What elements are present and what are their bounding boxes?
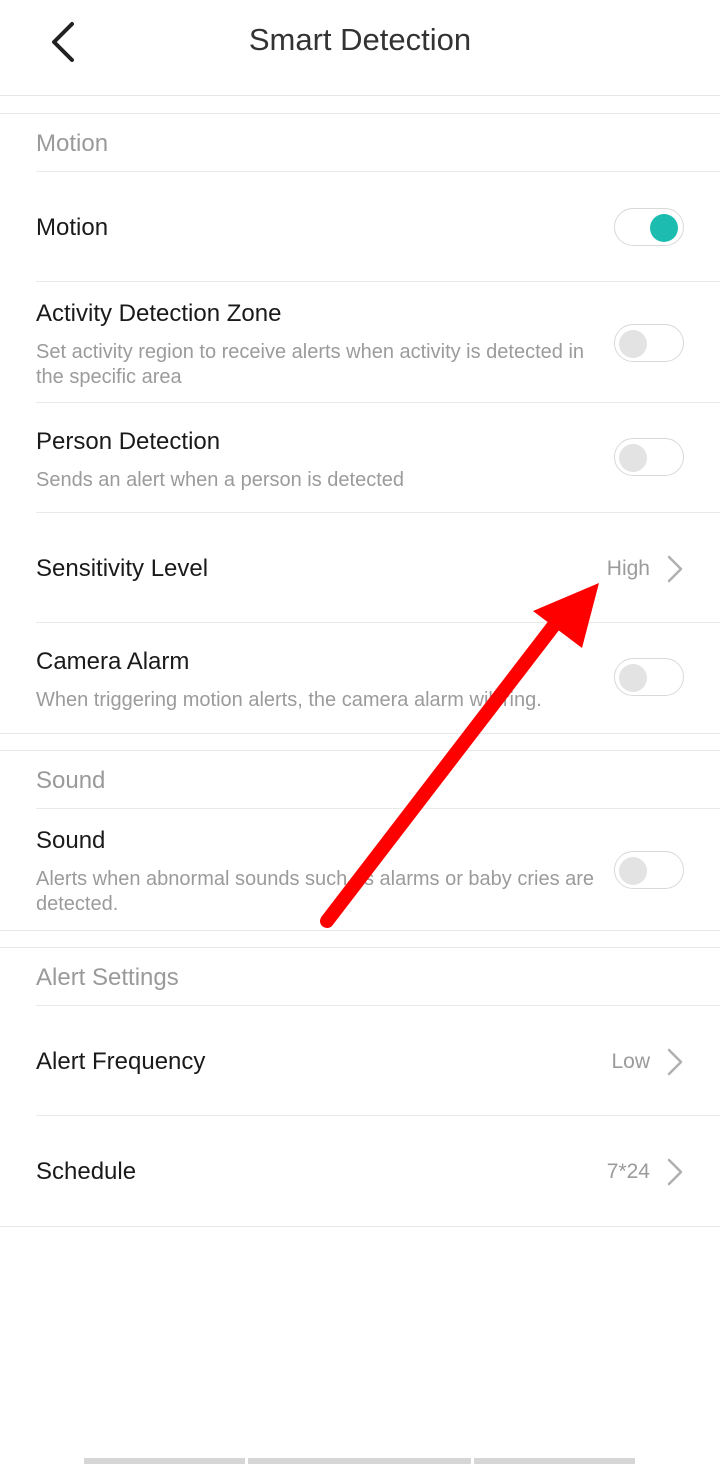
- row-title: Person Detection: [36, 428, 221, 455]
- row-activity-detection-zone[interactable]: Activity Detection Zone Set activity reg…: [36, 282, 720, 403]
- section-header: Sound: [36, 751, 720, 809]
- toggle-knob: [619, 857, 647, 885]
- row-camera-alarm[interactable]: Camera Alarm When triggering motion aler…: [36, 623, 720, 733]
- toggle-knob: [650, 214, 678, 242]
- row-subtitle: When triggering motion alerts, the camer…: [36, 689, 542, 711]
- schedule-value: 7*24: [606, 1160, 650, 1183]
- row-schedule[interactable]: Schedule 7*24: [36, 1116, 720, 1226]
- row-motion[interactable]: Motion: [36, 172, 720, 282]
- row-title: Camera Alarm: [36, 648, 190, 675]
- row-title: Sensitivity Level: [36, 555, 209, 582]
- row-person-detection[interactable]: Person Detection Sends an alert when a p…: [36, 403, 720, 513]
- bottom-bar-segment: [474, 1458, 635, 1464]
- sensitivity-value: High: [606, 557, 650, 580]
- row-alert-frequency[interactable]: Alert Frequency Low: [36, 1006, 720, 1116]
- section-sound: Sound Sound Alerts when abnormal sounds …: [0, 750, 720, 931]
- row-title: Alert Frequency: [36, 1048, 206, 1075]
- app-header: Smart Detection: [0, 0, 720, 96]
- row-title: Schedule: [36, 1158, 137, 1185]
- person-detection-toggle[interactable]: [614, 438, 684, 476]
- sound-toggle[interactable]: [614, 851, 684, 889]
- alert-frequency-value: Low: [611, 1050, 650, 1073]
- toggle-knob: [619, 664, 647, 692]
- camera-alarm-toggle[interactable]: [614, 658, 684, 696]
- row-title: Sound: [36, 827, 106, 854]
- row-subtitle: Set activity region to receive alerts wh…: [36, 341, 585, 388]
- motion-toggle[interactable]: [614, 208, 684, 246]
- activity-detection-zone-toggle[interactable]: [614, 324, 684, 362]
- chevron-right-icon: [666, 1047, 684, 1077]
- row-sensitivity-level[interactable]: Sensitivity Level High: [36, 513, 720, 623]
- bottom-bar-segment: [248, 1458, 471, 1464]
- section-header: Alert Settings: [36, 948, 720, 1006]
- page-title: Smart Detection: [248, 22, 472, 57]
- section-title-motion: Motion: [36, 130, 109, 157]
- section-alert-settings: Alert Settings Alert Frequency Low Sched…: [0, 947, 720, 1227]
- row-title: Motion: [36, 214, 109, 241]
- section-motion: Motion Motion Activity Detection Zone Se…: [0, 113, 720, 734]
- row-sound[interactable]: Sound Alerts when abnormal sounds such a…: [36, 809, 720, 930]
- chevron-right-icon: [666, 1157, 684, 1187]
- section-title-sound: Sound: [36, 767, 106, 794]
- section-title-alert-settings: Alert Settings: [36, 964, 179, 991]
- row-subtitle: Sends an alert when a person is detected: [36, 469, 405, 491]
- bottom-bar-segment: [84, 1458, 245, 1464]
- chevron-right-icon: [666, 554, 684, 584]
- row-subtitle: Alerts when abnormal sounds such as alar…: [36, 868, 595, 915]
- section-header: Motion: [36, 114, 720, 172]
- toggle-knob: [619, 444, 647, 472]
- row-title: Activity Detection Zone: [36, 300, 282, 327]
- toggle-knob: [619, 330, 647, 358]
